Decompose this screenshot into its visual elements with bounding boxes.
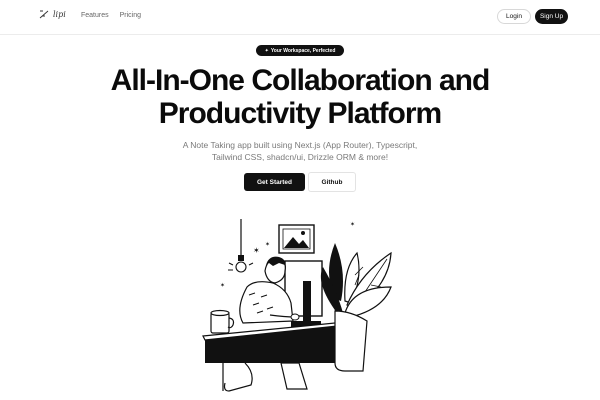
- nav-links: Features Pricing: [81, 12, 141, 19]
- picture-frame: [278, 224, 315, 254]
- svg-text:✶: ✶: [265, 241, 270, 248]
- nav-link-features[interactable]: Features: [81, 12, 109, 19]
- login-button[interactable]: Login: [497, 9, 531, 24]
- github-button[interactable]: Github: [308, 172, 356, 192]
- logo-text: lipi: [53, 10, 66, 19]
- nav-divider: [0, 34, 600, 35]
- svg-text:✶: ✶: [350, 221, 355, 228]
- hero-title-line1: All-In-One Collaboration and: [110, 64, 491, 97]
- svg-text:✶: ✶: [220, 282, 225, 289]
- get-started-button[interactable]: Get Started: [244, 173, 305, 191]
- lamp-icon: [228, 219, 254, 273]
- sparkle-icon: ✦: [264, 47, 269, 54]
- person-at-desk-illustration: ✶ ✶ ✶ ✶: [202, 219, 392, 392]
- hero-subtitle-line1: A Note Taking app built using Next.js (A…: [182, 140, 418, 150]
- signup-button[interactable]: Sign Up: [535, 9, 568, 24]
- feather-pen-icon: [39, 10, 49, 19]
- nav-link-pricing[interactable]: Pricing: [120, 12, 141, 19]
- hero-title-line2: Productivity Platform: [158, 97, 442, 130]
- hero-subtitle-line2: Tailwind CSS, shadcn/ui, Drizzle ORM & m…: [211, 152, 389, 162]
- logo[interactable]: lipi: [39, 10, 66, 19]
- coffee-mug: [210, 309, 235, 334]
- hero-badge: ✦ Your Workspace, Perfected: [256, 45, 344, 56]
- svg-text:✶: ✶: [253, 246, 260, 255]
- top-navbar: lipi Features Pricing Login Sign Up: [0, 0, 600, 34]
- badge-label: Your Workspace, Perfected: [270, 47, 336, 54]
